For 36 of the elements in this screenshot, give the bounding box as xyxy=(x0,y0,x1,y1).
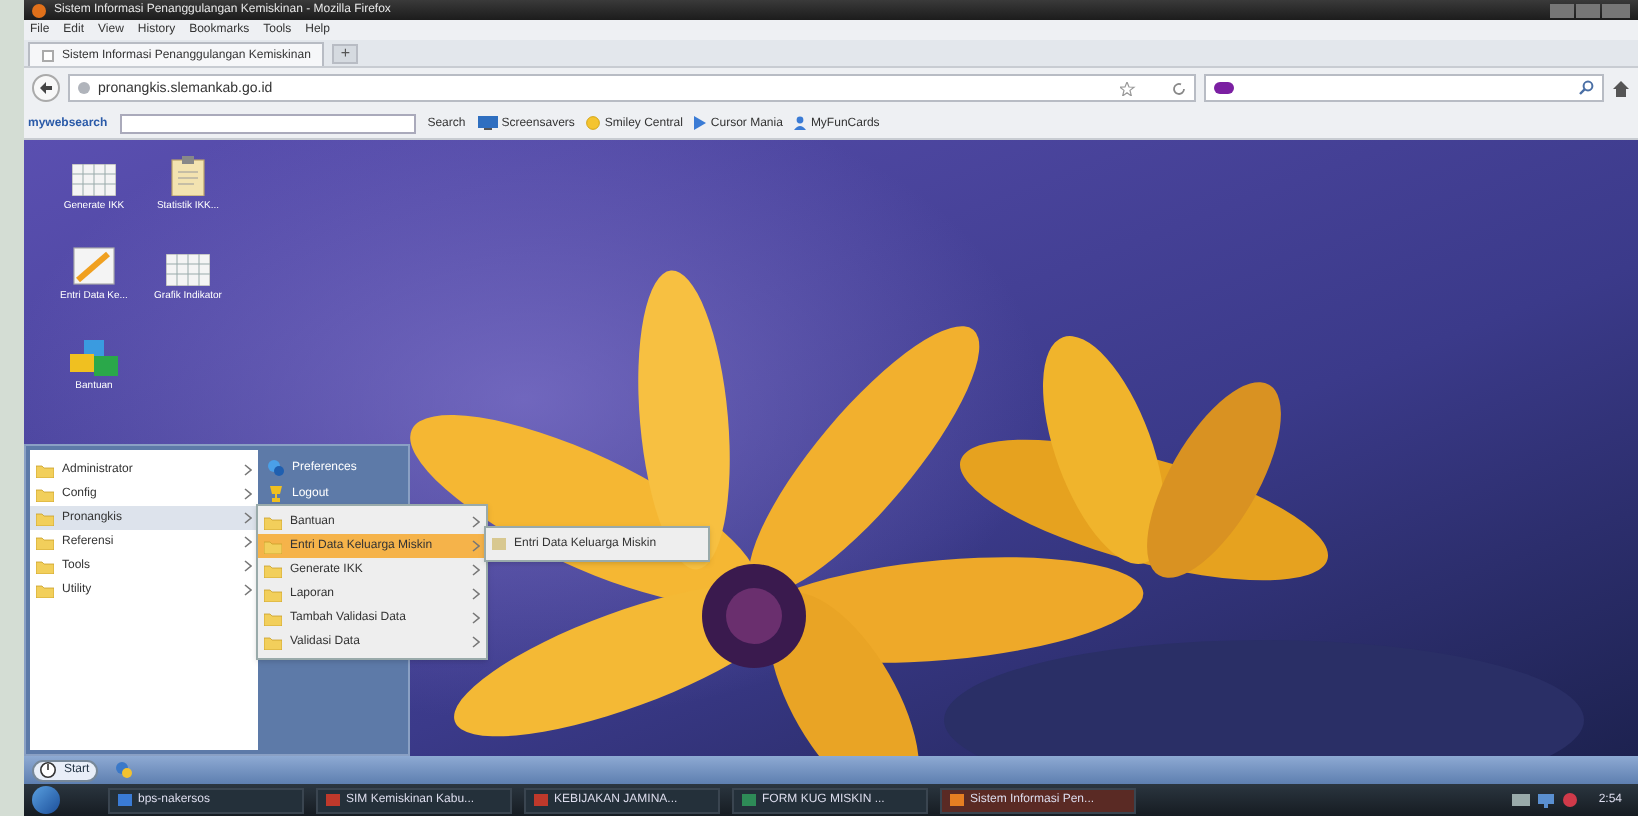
network-icon xyxy=(1538,793,1555,807)
blocks-icon xyxy=(70,340,118,376)
window-icon xyxy=(534,794,548,806)
reload-icon[interactable] xyxy=(1172,81,1186,95)
toolbar-search-field[interactable] xyxy=(119,113,416,133)
table-icon xyxy=(166,254,210,286)
search-field[interactable] xyxy=(1204,74,1604,102)
alert-icon xyxy=(1562,792,1579,808)
new-tab-button[interactable]: + xyxy=(332,44,359,64)
search-engine-icon xyxy=(1214,82,1234,94)
pencil-chart-icon xyxy=(72,246,116,286)
back-button[interactable] xyxy=(32,74,60,102)
table-icon xyxy=(72,164,116,196)
clipboard-icon xyxy=(170,156,206,196)
window-icon xyxy=(742,794,756,806)
firefox-icon xyxy=(32,3,46,17)
globe-icon xyxy=(78,82,90,94)
smiley-icon xyxy=(586,116,601,130)
trophy-icon xyxy=(268,485,284,501)
back-arrow-icon xyxy=(38,80,54,96)
person-icon xyxy=(794,116,807,130)
windows-start-button[interactable] xyxy=(32,786,60,814)
minimize-button[interactable] xyxy=(1550,3,1574,17)
window-icon xyxy=(118,794,132,806)
monitor-icon xyxy=(477,116,498,130)
home-icon[interactable] xyxy=(1612,79,1630,97)
quicklaunch-icon[interactable] xyxy=(113,760,134,780)
preferences-icon xyxy=(268,459,284,475)
keyboard-icon xyxy=(1512,794,1531,806)
window-icon xyxy=(950,794,964,806)
close-button[interactable] xyxy=(1602,3,1630,17)
window-icon xyxy=(326,794,340,806)
cursor-icon xyxy=(694,116,707,130)
search-icon[interactable] xyxy=(1578,80,1594,96)
power-icon xyxy=(40,762,56,778)
maximize-button[interactable] xyxy=(1576,3,1600,17)
